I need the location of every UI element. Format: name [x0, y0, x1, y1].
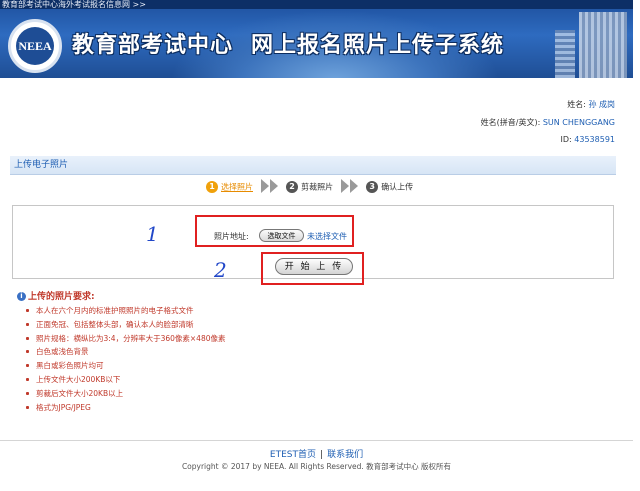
banner-building — [579, 12, 627, 78]
banner-title: 教育部考试中心 网上报名照片上传子系统 — [72, 27, 504, 59]
section-title: 上传电子照片 — [10, 156, 616, 175]
etest-home-link[interactable]: ETEST首页 — [270, 450, 316, 460]
step-arrow-icon — [340, 179, 359, 195]
step-indicator: 1 选择照片 2 剪裁照片 3 确认上传 — [206, 179, 413, 193]
user-pinyin-label: 姓名(拼音/英文): — [480, 118, 541, 127]
requirement-item: 正面免冠、包括整体头部，确认本人的脸部清晰 — [26, 318, 225, 332]
footer-divider — [0, 440, 633, 441]
user-pinyin-value: SUN CHENGGANG — [542, 118, 615, 127]
banner-building-small — [555, 30, 575, 78]
step-1-number: 1 — [206, 181, 218, 193]
requirement-item: 剪裁后文件大小20KB以上 — [26, 387, 225, 401]
banner-title-org: 教育部考试中心 — [72, 33, 234, 58]
requirements-list: 本人在六个月内的标准护照照片的电子格式文件 正面免冠、包括整体头部，确认本人的脸… — [26, 304, 225, 414]
requirements-title-text: 上传的照片要求: — [28, 292, 95, 302]
step-1-label: 选择照片 — [221, 182, 253, 192]
step-2: 2 剪裁照片 — [286, 181, 333, 193]
requirement-item: 本人在六个月内的标准护照照片的电子格式文件 — [26, 304, 225, 318]
user-id-label: ID: — [560, 135, 572, 144]
footer-links: ETEST首页 | 联系我们 — [0, 447, 633, 460]
requirement-item: 照片规格：横纵比为3:4，分辨率大于360像素×480像素 — [26, 332, 225, 346]
user-name-label: 姓名: — [567, 100, 586, 109]
step-3-label: 确认上传 — [381, 182, 414, 192]
requirement-item: 黑白或彩色照片均可 — [26, 359, 225, 373]
banner-top-link[interactable]: 教育部考试中心海外考试报名信息网 >> — [0, 0, 633, 9]
annotation-mark-2: 2 — [214, 258, 227, 282]
step-2-label: 剪裁照片 — [301, 182, 334, 192]
choose-file-button[interactable]: 选取文件 — [259, 229, 304, 242]
requirement-item: 白色或浅色背景 — [26, 345, 225, 359]
user-id-value: 43538591 — [574, 135, 615, 144]
user-name-row: 姓名: 孙 成岗 — [567, 99, 615, 110]
no-file-status: 未选择文件 — [307, 232, 347, 241]
step-3-number: 3 — [366, 181, 379, 193]
user-id-row: ID: 43538591 — [561, 135, 615, 144]
requirements-title: i 上传的照片要求: — [17, 289, 95, 302]
banner-title-system: 网上报名照片上传子系统 — [251, 33, 505, 58]
user-pinyin-row: 姓名(拼音/英文): SUN CHENGGANG — [481, 117, 615, 128]
photo-path-label: 照片地址: — [214, 232, 249, 241]
start-upload-button[interactable]: 开 始 上 传 — [275, 258, 353, 275]
user-name-value: 孙 成岗 — [588, 100, 615, 109]
requirement-item: 上传文件大小200KB以下 — [26, 373, 225, 387]
annotation-mark-1: 1 — [146, 222, 159, 246]
header-banner: 教育部考试中心海外考试报名信息网 >> NEEA 教育部考试中心 网上报名照片上传… — [0, 0, 633, 78]
step-1: 1 选择照片 — [206, 181, 253, 193]
step-arrow-icon — [260, 179, 279, 195]
contact-us-link[interactable]: 联系我们 — [327, 450, 363, 460]
neea-logo-text: NEEA — [16, 27, 54, 65]
copyright-text: Copyright © 2017 by NEEA. All Rights Res… — [181, 462, 452, 471]
requirement-item: 格式为JPG/JPEG — [26, 401, 225, 415]
step-2-number: 2 — [286, 181, 299, 193]
neea-logo: NEEA — [8, 19, 62, 73]
info-icon: i — [17, 292, 26, 301]
footer-separator: | — [320, 450, 324, 460]
step-3: 3 确认上传 — [366, 181, 413, 193]
